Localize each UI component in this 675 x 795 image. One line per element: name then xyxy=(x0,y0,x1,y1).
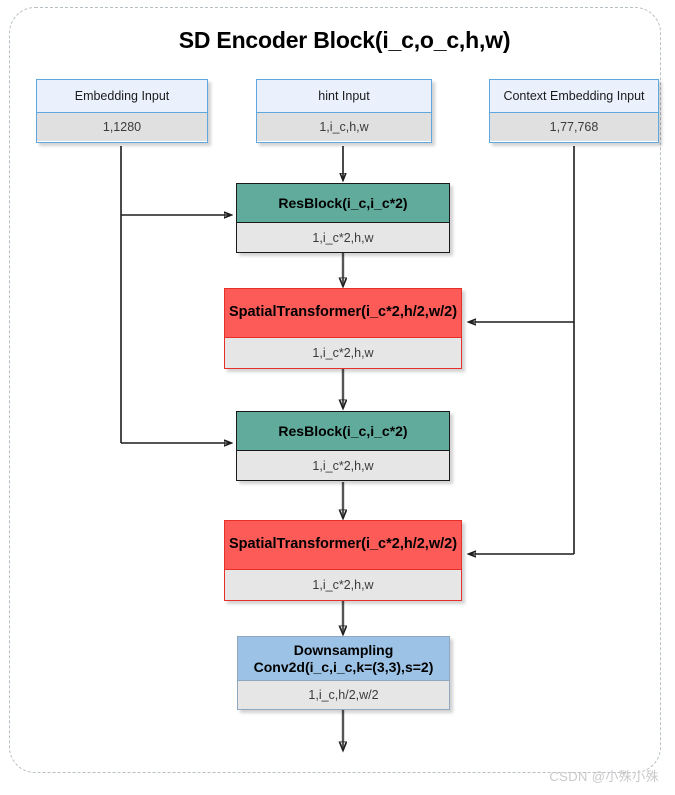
node-hint-input-shape: 1,i_c,h,w xyxy=(257,113,431,141)
node-downsampling-label-line2: Conv2d(i_c,i_c,k=(3,3),s=2) xyxy=(253,658,434,675)
node-embedding-input-shape: 1,1280 xyxy=(37,113,207,141)
node-spatial-transformer-2[interactable]: SpatialTransformer(i_c*2,h/2,w/2) 1,i_c*… xyxy=(224,520,462,601)
node-spatial-transformer-2-label: SpatialTransformer(i_c*2,h/2,w/2) xyxy=(225,521,461,570)
node-spatial-transformer-1-shape: 1,i_c*2,h,w xyxy=(225,338,461,368)
node-downsampling[interactable]: Downsampling Conv2d(i_c,i_c,k=(3,3),s=2)… xyxy=(237,636,450,710)
node-embedding-input[interactable]: Embedding Input 1,1280 xyxy=(36,79,208,143)
node-hint-input[interactable]: hint Input 1,i_c,h,w xyxy=(256,79,432,143)
watermark: CSDN @小殊小殊 xyxy=(549,769,659,784)
node-resblock-2-label: ResBlock(i_c,i_c*2) xyxy=(237,412,449,451)
node-resblock-1-label: ResBlock(i_c,i_c*2) xyxy=(237,184,449,223)
node-downsampling-label: Downsampling Conv2d(i_c,i_c,k=(3,3),s=2) xyxy=(238,637,449,681)
node-hint-input-label: hint Input xyxy=(257,80,431,113)
node-context-embedding-input[interactable]: Context Embedding Input 1,77,768 xyxy=(489,79,659,143)
node-spatial-transformer-1-label: SpatialTransformer(i_c*2,h/2,w/2) xyxy=(225,289,461,338)
node-downsampling-shape: 1,i_c,h/2,w/2 xyxy=(238,681,449,709)
node-embedding-input-label: Embedding Input xyxy=(37,80,207,113)
node-resblock-1[interactable]: ResBlock(i_c,i_c*2) 1,i_c*2,h,w xyxy=(236,183,450,253)
page-title: SD Encoder Block(i_c,o_c,h,w) xyxy=(178,27,511,53)
node-resblock-2-shape: 1,i_c*2,h,w xyxy=(237,451,449,480)
node-context-embedding-input-shape: 1,77,768 xyxy=(490,113,658,141)
node-resblock-1-shape: 1,i_c*2,h,w xyxy=(237,223,449,252)
node-context-embedding-input-label: Context Embedding Input xyxy=(490,80,658,113)
node-spatial-transformer-2-shape: 1,i_c*2,h,w xyxy=(225,570,461,600)
node-downsampling-label-line1: Downsampling xyxy=(293,641,394,658)
diagram-canvas: SD Encoder Block(i_c,o_c,h,w) Embedding … xyxy=(0,0,675,795)
node-spatial-transformer-1[interactable]: SpatialTransformer(i_c*2,h/2,w/2) 1,i_c*… xyxy=(224,288,462,369)
node-resblock-2[interactable]: ResBlock(i_c,i_c*2) 1,i_c*2,h,w xyxy=(236,411,450,481)
